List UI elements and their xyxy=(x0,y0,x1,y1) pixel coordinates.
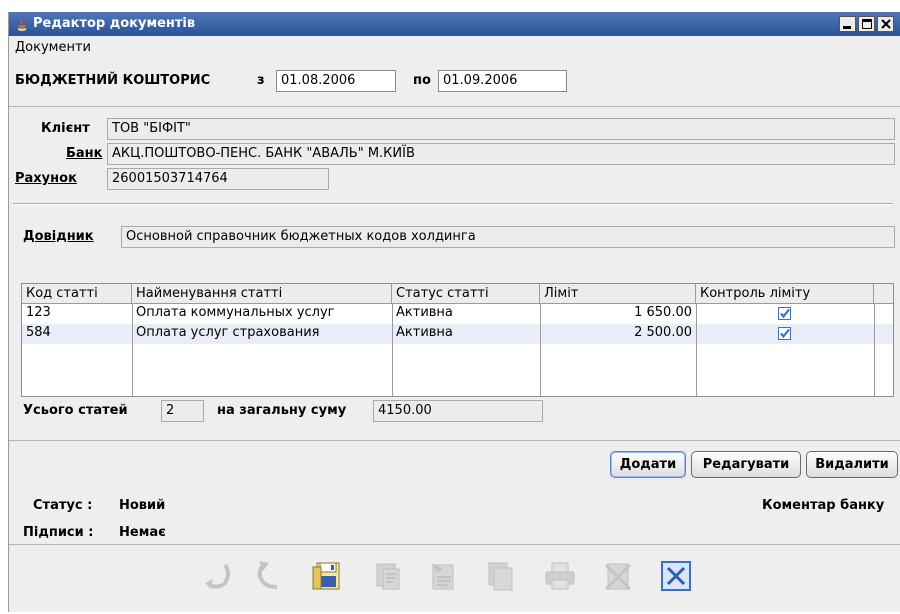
checkbox-checked-icon[interactable] xyxy=(778,307,791,320)
minimize-icon xyxy=(843,26,851,29)
undo-icon[interactable] xyxy=(201,559,235,593)
total-sum-label: на загальну суму xyxy=(217,403,347,418)
table-row[interactable]: 584 Оплата услуг страхования Активна 2 5… xyxy=(22,324,893,344)
cell-code: 123 xyxy=(26,305,51,320)
close-window-button[interactable] xyxy=(877,16,894,32)
column-divider xyxy=(874,304,875,396)
directory-link[interactable]: Довідник xyxy=(23,229,94,244)
window-title: Редактор документів xyxy=(33,16,196,31)
delete-button[interactable]: Видалити xyxy=(806,451,898,478)
minimize-button[interactable] xyxy=(839,16,856,32)
column-divider xyxy=(540,304,541,396)
cell-status: Активна xyxy=(396,325,453,340)
directory-field: Основной справочник бюджетных кодов холд… xyxy=(121,226,895,248)
doc-type-label: БЮДЖЕТНИЙ КОШТОРИС xyxy=(15,73,211,88)
column-header-status[interactable]: Статус статті xyxy=(392,284,540,304)
title-bar[interactable]: Редактор документів xyxy=(9,12,900,36)
checkbox-checked-icon[interactable] xyxy=(778,327,791,340)
copy-icon[interactable] xyxy=(371,559,405,593)
table-row[interactable]: 123 Оплата коммунальных услуг Активна 1 … xyxy=(22,304,893,324)
budget-items-table[interactable]: Код статті Найменування статті Статус ст… xyxy=(21,283,894,397)
date-to-field[interactable]: 01.09.2006 xyxy=(438,70,567,92)
section-divider xyxy=(13,203,893,205)
column-divider xyxy=(696,304,697,396)
print-icon[interactable] xyxy=(543,559,577,593)
status-value: Новий xyxy=(119,498,166,513)
cell-limit: 1 650.00 xyxy=(634,305,692,320)
cell-code: 584 xyxy=(26,325,51,340)
items-count-field: 2 xyxy=(161,400,204,422)
sign-icon[interactable] xyxy=(427,559,461,593)
total-sum-field: 4150.00 xyxy=(373,400,543,422)
document-header: БЮДЖЕТНИЙ КОШТОРИС з 01.08.2006 по 01.09… xyxy=(9,60,900,106)
save-icon[interactable] xyxy=(311,559,345,593)
close-x-icon xyxy=(881,19,891,29)
menu-bar: Документи xyxy=(9,36,900,60)
column-divider xyxy=(392,304,393,396)
cell-limit: 2 500.00 xyxy=(634,325,692,340)
document-editor-window: Редактор документів Документи БЮДЖЕТНИЙ … xyxy=(8,12,900,612)
client-label: Клієнт xyxy=(41,121,90,136)
lower-panel: Додати Редагувати Видалити Статус : Нови… xyxy=(9,441,900,612)
bank-comment-label: Коментар банку xyxy=(762,498,885,513)
items-count-label: Усього статей xyxy=(23,403,128,418)
maximize-button[interactable] xyxy=(858,16,875,32)
account-field: 26001503714764 xyxy=(107,168,329,190)
add-button[interactable]: Додати xyxy=(610,451,686,478)
status-label: Статус : xyxy=(33,498,93,513)
column-divider xyxy=(132,304,133,396)
signatures-value: Немає xyxy=(119,525,166,540)
signatures-label: Підписи : xyxy=(23,525,94,540)
bank-field: АКЦ.ПОШТОВО-ПЕНС. БАНК "АВАЛЬ" М.КИЇВ xyxy=(107,143,895,165)
cell-name: Оплата коммунальных услуг xyxy=(136,305,335,320)
delete-doc-icon[interactable] xyxy=(601,559,635,593)
close-icon[interactable] xyxy=(659,559,693,593)
menu-documents[interactable]: Документи xyxy=(15,40,91,55)
column-header-code[interactable]: Код статті xyxy=(22,284,132,304)
column-header-limit[interactable]: Ліміт xyxy=(540,284,696,304)
date-from-label: з xyxy=(257,73,265,88)
date-to-label: по xyxy=(413,73,431,88)
cell-status: Активна xyxy=(396,305,453,320)
table-header: Код статті Найменування статті Статус ст… xyxy=(22,284,893,304)
bottom-toolbar xyxy=(9,544,900,612)
edit-button[interactable]: Редагувати xyxy=(691,451,801,478)
column-header-limit-control[interactable]: Контроль ліміту xyxy=(696,284,874,304)
column-header-name[interactable]: Найменування статті xyxy=(132,284,392,304)
redo-icon[interactable] xyxy=(251,559,285,593)
date-from-field[interactable]: 01.08.2006 xyxy=(276,70,396,92)
duplicate-icon[interactable] xyxy=(483,559,517,593)
bank-link[interactable]: Банк xyxy=(66,146,103,161)
account-link[interactable]: Рахунок xyxy=(15,171,77,186)
cell-name: Оплата услуг страхования xyxy=(136,325,320,340)
java-app-icon xyxy=(18,17,26,31)
maximize-icon xyxy=(862,19,872,29)
client-field: ТОВ "БІФІТ" xyxy=(107,118,895,140)
